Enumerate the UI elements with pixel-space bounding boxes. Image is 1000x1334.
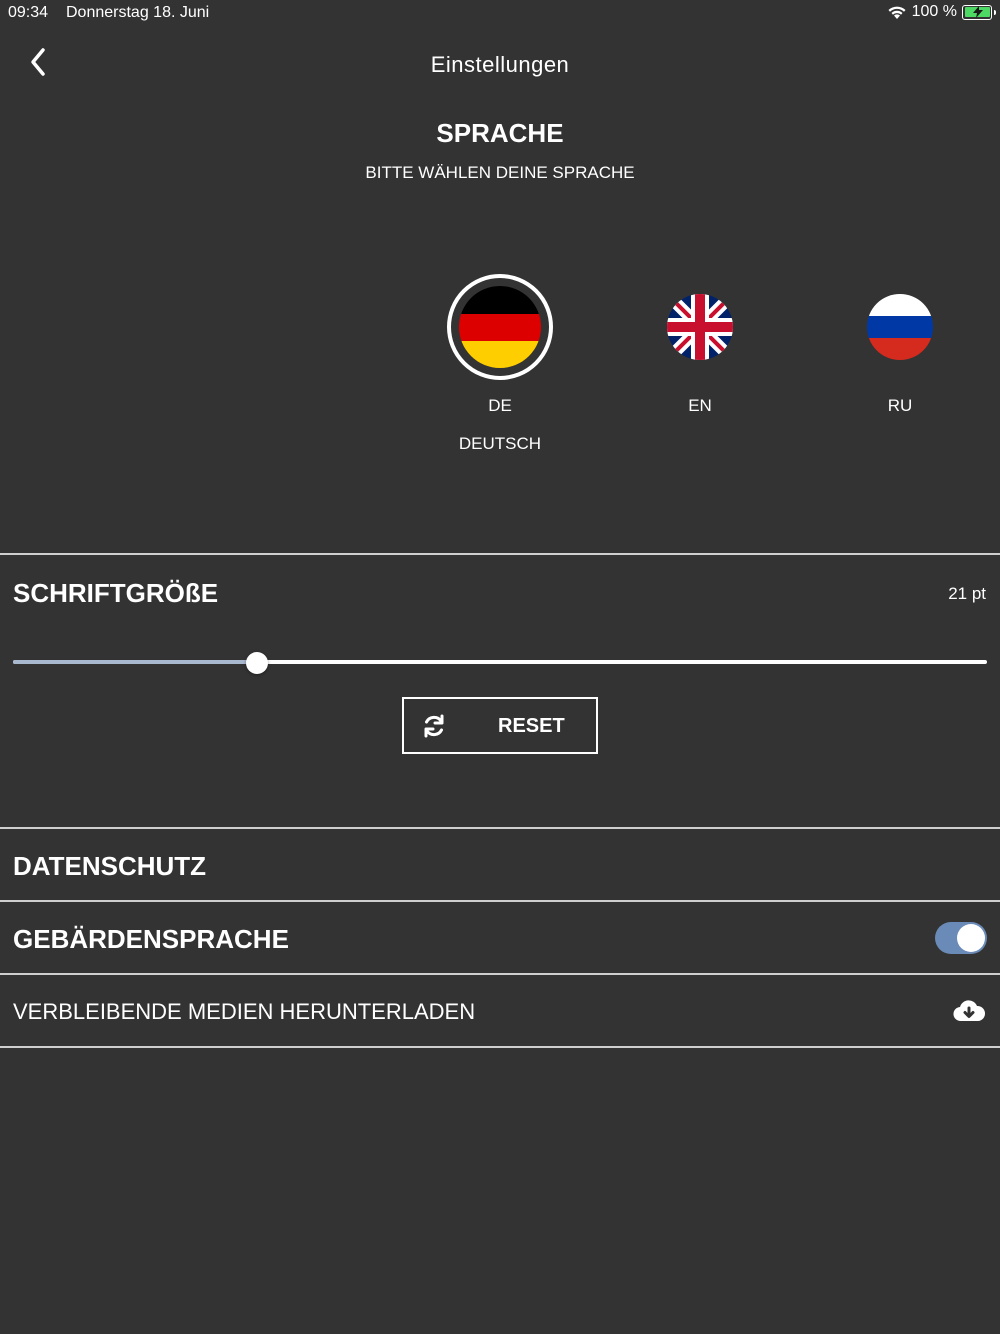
- status-indicators: 100 %: [887, 3, 996, 21]
- wifi-icon: [888, 6, 906, 19]
- font-size-title: SCHRIFTGRÖßE: [13, 578, 219, 608]
- slider-fill: [13, 660, 257, 664]
- divider: [0, 1046, 1000, 1048]
- battery-percent: 100 %: [911, 3, 957, 20]
- page-title: Einstellungen: [430, 52, 570, 77]
- selected-language-ring: [447, 274, 553, 380]
- language-section-subtitle: BITTE WÄHLEN DEINE SPRACHE: [365, 163, 635, 182]
- language-code: EN: [688, 396, 712, 415]
- language-option-de[interactable]: DE DEUTSCH: [430, 274, 570, 454]
- german-flag-icon: [459, 286, 541, 368]
- refresh-icon: [424, 714, 444, 738]
- uk-flag-icon: [667, 294, 733, 360]
- battery-icon: [962, 4, 996, 20]
- divider: [0, 553, 1000, 555]
- russian-flag-icon: [867, 294, 933, 360]
- status-time: 09:34: [8, 4, 49, 21]
- privacy-label: DATENSCHUTZ: [13, 851, 207, 881]
- cloud-download-icon[interactable]: [952, 999, 986, 1023]
- font-size-value: 21 pt: [948, 584, 986, 603]
- language-code: DE: [488, 396, 512, 415]
- language-option-ru[interactable]: RU: [830, 274, 970, 416]
- language-option-en[interactable]: EN: [630, 274, 770, 416]
- font-size-slider[interactable]: [13, 652, 987, 674]
- reset-label: RESET: [498, 715, 565, 737]
- download-media-row[interactable]: VERBLEIBENDE MEDIEN HERUNTERLADEN: [0, 975, 1000, 1047]
- reset-button[interactable]: RESET: [402, 697, 598, 754]
- sign-language-toggle[interactable]: [935, 922, 987, 954]
- sign-language-row: GEBÄRDENSPRACHE: [0, 902, 1000, 974]
- download-media-label: VERBLEIBENDE MEDIEN HERUNTERLADEN: [13, 999, 476, 1024]
- language-code: RU: [887, 396, 913, 415]
- sign-language-label: GEBÄRDENSPRACHE: [13, 924, 289, 954]
- language-section-title: SPRACHE: [436, 118, 564, 148]
- language-name: DEUTSCH: [458, 434, 542, 453]
- slider-thumb[interactable]: [245, 652, 268, 674]
- toggle-knob: [957, 924, 985, 952]
- privacy-row[interactable]: DATENSCHUTZ: [0, 829, 1000, 901]
- status-bar: 09:34 Donnerstag 18. Juni 100 %: [0, 0, 1000, 28]
- status-date: Donnerstag 18. Juni: [66, 4, 210, 21]
